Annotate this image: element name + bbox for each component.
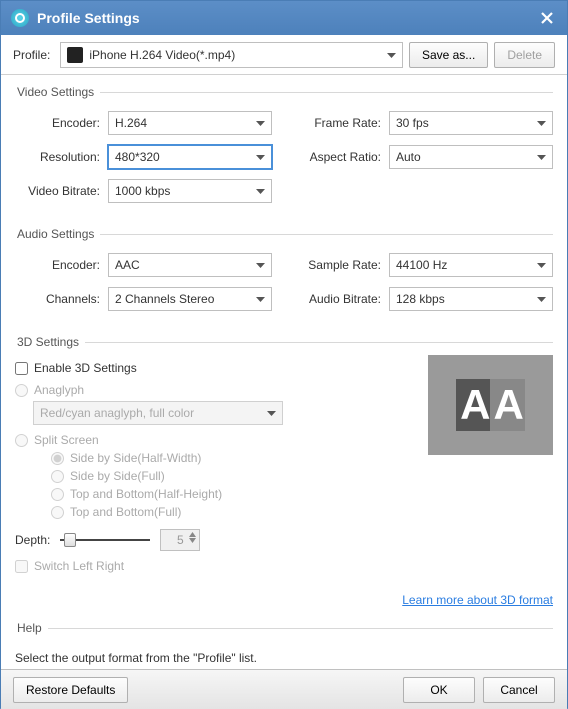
channels-label: Channels: [15, 292, 100, 306]
titlebar: Profile Settings [1, 1, 567, 35]
depth-row: Depth: 5 [15, 529, 553, 551]
ok-button[interactable]: OK [403, 677, 475, 703]
switch-lr-input [15, 560, 28, 573]
anaglyph-mode-value: Red/cyan anaglyph, full color [40, 406, 194, 420]
tab-full-label: Top and Bottom(Full) [70, 505, 181, 519]
cancel-button[interactable]: Cancel [483, 677, 555, 703]
audio-encoder-dropdown[interactable]: AAC [108, 253, 272, 277]
split-label: Split Screen [34, 433, 99, 447]
aspect-label: Aspect Ratio: [296, 150, 381, 164]
enable-3d-input[interactable] [15, 362, 28, 375]
profile-label: Profile: [13, 48, 50, 62]
samplerate-label: Sample Rate: [296, 258, 381, 272]
video-encoder-value: H.264 [115, 116, 147, 130]
chevron-down-icon [256, 184, 265, 198]
chevron-down-icon [537, 258, 546, 272]
close-button[interactable] [537, 8, 557, 28]
help-legend: Help [15, 621, 48, 635]
chevron-down-icon [537, 116, 546, 130]
preview-letter-a-light: A [490, 379, 525, 431]
chevron-down-icon [267, 406, 276, 420]
resolution-dropdown[interactable]: 480*320 [108, 145, 272, 169]
sbs-full-input [51, 470, 64, 483]
resolution-value: 480*320 [115, 150, 160, 164]
video-bitrate-label: Video Bitrate: [15, 184, 100, 198]
help-group: Help Select the output format from the "… [15, 621, 553, 665]
chevron-down-icon [256, 116, 265, 130]
profile-value: iPhone H.264 Video(*.mp4) [89, 48, 235, 62]
resolution-label: Resolution: [15, 150, 100, 164]
audio-legend: Audio Settings [15, 227, 100, 241]
video-encoder-dropdown[interactable]: H.264 [108, 111, 272, 135]
app-icon [11, 9, 29, 27]
save-as-button[interactable]: Save as... [409, 42, 488, 68]
profile-dropdown[interactable]: iPhone H.264 Video(*.mp4) [60, 42, 403, 68]
sbs-full-label: Side by Side(Full) [70, 469, 165, 483]
chevron-down-icon [256, 292, 265, 306]
tab-full-radio: Top and Bottom(Full) [51, 505, 553, 519]
channels-value: 2 Channels Stereo [115, 292, 214, 306]
tab-half-radio: Top and Bottom(Half-Height) [51, 487, 553, 501]
depth-slider[interactable] [60, 532, 150, 548]
video-bitrate-value: 1000 kbps [115, 184, 170, 198]
samplerate-dropdown[interactable]: 44100 Hz [389, 253, 553, 277]
sbs-half-input [51, 452, 64, 465]
video-bitrate-dropdown[interactable]: 1000 kbps [108, 179, 272, 203]
tab-half-input [51, 488, 64, 501]
chevron-down-icon [537, 292, 546, 306]
device-icon [67, 47, 83, 63]
3d-settings-group: 3D Settings AA Enable 3D Settings Anagly… [15, 335, 553, 607]
tab-full-input [51, 506, 64, 519]
close-icon [540, 11, 554, 25]
switch-lr-checkbox: Switch Left Right [15, 559, 553, 573]
learn-more-3d-link[interactable]: Learn more about 3D format [402, 593, 553, 607]
depth-label: Depth: [15, 533, 50, 547]
chevron-down-icon [256, 258, 265, 272]
audio-encoder-value: AAC [115, 258, 140, 272]
audio-encoder-label: Encoder: [15, 258, 100, 272]
samplerate-value: 44100 Hz [396, 258, 447, 272]
split-radio-input [15, 434, 28, 447]
anaglyph-radio-input [15, 384, 28, 397]
sbs-full-radio: Side by Side(Full) [51, 469, 553, 483]
help-text: Select the output format from the "Profi… [15, 651, 553, 665]
aspect-dropdown[interactable]: Auto [389, 145, 553, 169]
tab-half-label: Top and Bottom(Half-Height) [70, 487, 222, 501]
video-settings-group: Video Settings Encoder: H.264 Frame Rate… [15, 85, 553, 213]
window-title: Profile Settings [37, 10, 140, 26]
sbs-half-label: Side by Side(Half-Width) [70, 451, 201, 465]
content-area: Video Settings Encoder: H.264 Frame Rate… [1, 75, 567, 669]
audio-bitrate-label: Audio Bitrate: [296, 292, 381, 306]
enable-3d-label: Enable 3D Settings [34, 361, 137, 375]
3d-legend: 3D Settings [15, 335, 85, 349]
depth-spinner: 5 [160, 529, 200, 551]
profile-settings-window: Profile Settings Profile: iPhone H.264 V… [0, 0, 568, 708]
anaglyph-label: Anaglyph [34, 383, 84, 397]
depth-value: 5 [177, 533, 184, 547]
preview-letter-a-dark: A [456, 379, 491, 431]
audio-bitrate-dropdown[interactable]: 128 kbps [389, 287, 553, 311]
aspect-value: Auto [396, 150, 421, 164]
footer-bar: Restore Defaults OK Cancel [1, 669, 567, 709]
chevron-down-icon [387, 48, 396, 62]
delete-button: Delete [494, 42, 555, 68]
chevron-down-icon [256, 150, 265, 164]
restore-defaults-button[interactable]: Restore Defaults [13, 677, 128, 703]
spinner-arrows-icon [189, 532, 196, 543]
video-legend: Video Settings [15, 85, 100, 99]
framerate-label: Frame Rate: [296, 116, 381, 130]
anaglyph-mode-dropdown: Red/cyan anaglyph, full color [33, 401, 283, 425]
3d-preview-thumbnail: AA [428, 355, 553, 455]
framerate-value: 30 fps [396, 116, 429, 130]
profile-bar: Profile: iPhone H.264 Video(*.mp4) Save … [1, 35, 567, 75]
audio-bitrate-value: 128 kbps [396, 292, 445, 306]
switch-lr-label: Switch Left Right [34, 559, 124, 573]
audio-settings-group: Audio Settings Encoder: AAC Sample Rate:… [15, 227, 553, 321]
channels-dropdown[interactable]: 2 Channels Stereo [108, 287, 272, 311]
video-encoder-label: Encoder: [15, 116, 100, 130]
framerate-dropdown[interactable]: 30 fps [389, 111, 553, 135]
chevron-down-icon [537, 150, 546, 164]
